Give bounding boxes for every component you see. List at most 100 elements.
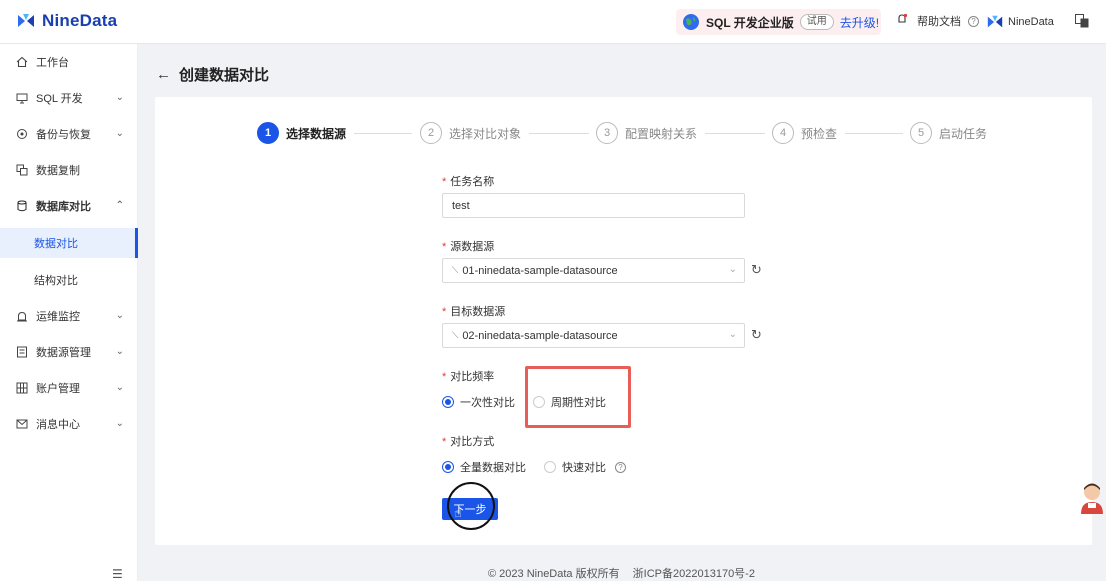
sidebar-subitem-schema-compare[interactable]: 结构对比	[0, 265, 138, 295]
chevron-down-icon: ⌄	[115, 310, 124, 321]
radio-label: 一次性对比	[460, 397, 515, 409]
footer: © 2023 NineData 版权所有 浙ICP备2022013170号-2	[488, 565, 755, 581]
assistant-avatar-icon[interactable]	[1078, 480, 1106, 516]
promo-banner[interactable]: SQL 开发企业版 试用 去升级!	[676, 9, 881, 35]
question-icon[interactable]: ?	[615, 461, 626, 473]
grid-icon	[16, 382, 28, 394]
method-quick-radio[interactable]: 快速对比 ?	[544, 459, 626, 475]
account-name: NineData	[1008, 16, 1054, 28]
chevron-down-icon: ⌄	[728, 264, 737, 275]
radio-label: 快速对比	[562, 462, 606, 474]
step-4: 4 预检查	[772, 122, 837, 144]
chevron-down-icon: ⌄	[115, 92, 124, 103]
account-menu[interactable]: NineData	[986, 13, 1054, 31]
required-mark: *	[442, 371, 447, 383]
frequency-once-radio[interactable]: 一次性对比	[442, 394, 515, 410]
sidebar-item-sql-dev[interactable]: SQL 开发 ⌄	[0, 80, 138, 116]
frequency-label: * 对比频率	[442, 368, 494, 384]
trial-badge: 试用	[799, 14, 834, 30]
refresh-icon[interactable]: ↻	[751, 263, 765, 277]
field-label-text: 任务名称	[450, 176, 495, 188]
step-number: 3	[596, 122, 618, 144]
method-label: * 对比方式	[442, 433, 494, 449]
field-label-text: 对比频率	[450, 371, 495, 383]
field-label-text: 对比方式	[450, 436, 495, 448]
sidebar-item-account[interactable]: 账户管理 ⌄	[0, 370, 138, 406]
step-number: 5	[910, 122, 932, 144]
sidebar-item-messages[interactable]: 消息中心 ⌄	[0, 406, 138, 442]
radio-checked-icon	[442, 396, 454, 408]
step-label: 选择对比对象	[449, 126, 522, 141]
sidebar-item-workbench[interactable]: 工作台	[0, 44, 138, 80]
chevron-down-icon: ⌄	[728, 329, 737, 340]
step-connector	[354, 133, 412, 134]
chevron-down-icon: ⌄	[115, 382, 124, 393]
required-mark: *	[442, 241, 447, 253]
back-arrow-icon[interactable]: ←	[156, 66, 171, 83]
sidebar-item-datasource[interactable]: 数据源管理 ⌄	[0, 334, 138, 370]
notification-button[interactable]	[896, 13, 908, 25]
sidebar-item-ops-monitor[interactable]: 运维监控 ⌄	[0, 298, 138, 334]
sidebar-item-label: 数据库对比	[36, 201, 91, 213]
question-icon: ?	[968, 15, 979, 27]
step-connector	[529, 133, 589, 134]
source-value: 01-ninedata-sample-datasource	[462, 264, 618, 277]
field-label-text: 目标数据源	[450, 306, 506, 318]
step-connector	[705, 133, 765, 134]
chevron-up-icon: ⌃	[115, 200, 124, 211]
step-label: 选择数据源	[286, 126, 347, 141]
brand-logo[interactable]: NineData	[16, 11, 117, 31]
globe-icon	[683, 14, 699, 30]
mail-icon	[16, 419, 28, 429]
promo-label: SQL 开发企业版	[706, 15, 794, 30]
task-name-input[interactable]	[442, 193, 745, 218]
translate-icon	[1075, 14, 1089, 28]
collapse-sidebar-icon[interactable]: ☰	[112, 567, 123, 581]
source-select[interactable]: ⟍ 01-ninedata-sample-datasource ⌄	[442, 258, 745, 283]
sidebar-item-backup[interactable]: 备份与恢复 ⌄	[0, 116, 138, 152]
target-select[interactable]: ⟍ 02-ninedata-sample-datasource ⌄	[442, 323, 745, 348]
footer-icp[interactable]: 浙ICP备2022013170号-2	[633, 568, 755, 580]
step-label: 预检查	[801, 126, 838, 141]
step-label: 启动任务	[939, 126, 988, 141]
sidebar-item-replication[interactable]: 数据复制	[0, 152, 138, 188]
help-docs-label: 帮助文档	[917, 16, 961, 28]
step-number: 1	[257, 122, 279, 144]
step-3: 3 配置映射关系	[596, 122, 697, 144]
refresh-icon[interactable]: ↻	[751, 328, 765, 342]
datasource-icon	[17, 346, 27, 358]
step-5: 5 启动任务	[910, 122, 987, 144]
brand-name: NineData	[42, 11, 118, 30]
sidebar-item-label: 工作台	[36, 57, 69, 69]
language-switch[interactable]	[1075, 14, 1089, 28]
ninedata-logo-icon	[18, 14, 34, 27]
radio-checked-icon	[442, 461, 454, 473]
next-button[interactable]: 下一步	[442, 498, 498, 520]
copy-icon	[16, 164, 28, 176]
required-mark: *	[442, 436, 447, 448]
step-1: 1 选择数据源	[257, 122, 346, 144]
radio-unchecked-icon	[544, 461, 556, 473]
method-radio-group: 全量数据对比 快速对比 ?	[442, 459, 644, 475]
help-docs-link[interactable]: 帮助文档 ?	[917, 13, 979, 29]
form-card: 1 选择数据源 2 选择对比对象 3 配置映射关系 4 预检查 5 启动任务 *…	[155, 97, 1092, 545]
sidebar-subitem-label: 结构对比	[34, 275, 78, 287]
footer-copyright: © 2023 NineData 版权所有	[488, 568, 620, 580]
task-name-label: * 任务名称	[442, 173, 494, 189]
upgrade-link[interactable]: 去升级!	[840, 14, 879, 31]
sidebar-item-label: 数据源管理	[36, 347, 91, 359]
sidebar: 工作台 SQL 开发 ⌄ 备份与恢复 ⌄ 数据复制 数据库对比 ⌃ 数据对比 结…	[0, 44, 138, 581]
sidebar-subitem-data-compare[interactable]: 数据对比	[0, 228, 138, 258]
sidebar-item-db-compare[interactable]: 数据库对比 ⌃	[0, 188, 138, 224]
required-mark: *	[442, 176, 447, 188]
target-label: * 目标数据源	[442, 303, 505, 319]
chevron-down-icon: ⌄	[115, 128, 124, 139]
field-label-text: 源数据源	[450, 241, 495, 253]
step-label: 配置映射关系	[625, 126, 698, 141]
sidebar-item-label: SQL 开发	[36, 93, 83, 105]
monitor-icon	[16, 93, 28, 104]
method-full-radio[interactable]: 全量数据对比	[442, 459, 526, 475]
chevron-down-icon: ⌄	[115, 418, 124, 429]
account-logo-icon	[987, 15, 1003, 28]
radio-label: 全量数据对比	[460, 462, 526, 474]
